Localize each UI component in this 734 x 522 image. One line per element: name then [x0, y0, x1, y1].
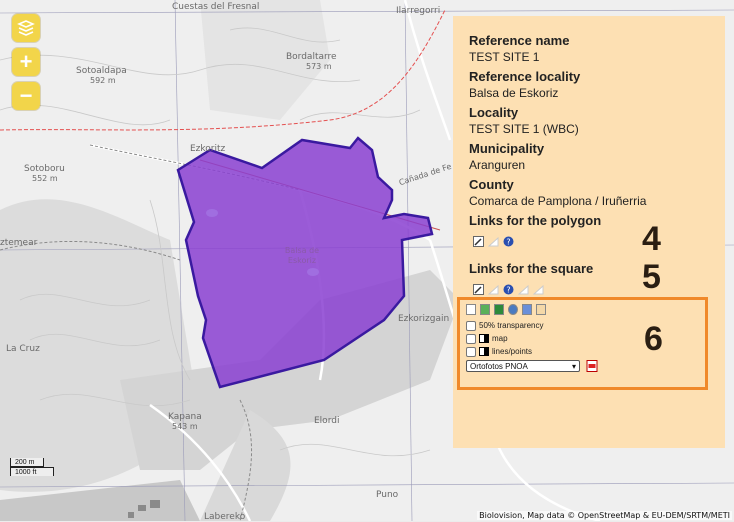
- map-label: 573 m: [306, 62, 332, 71]
- lines-checkbox[interactable]: [466, 346, 476, 357]
- map-checkbox[interactable]: [466, 333, 476, 344]
- layer-tools-box: 50% transparency map lines/points Ortofo…: [457, 297, 708, 390]
- map-label: Sotoboru: [24, 164, 65, 174]
- layers-button[interactable]: [12, 14, 40, 42]
- municipality-label: Municipality: [469, 141, 545, 156]
- map-label: 552 m: [32, 174, 58, 183]
- edit-icon[interactable]: [473, 235, 484, 247]
- lines-option[interactable]: lines/points: [466, 345, 699, 358]
- zoom-in-button[interactable]: +: [12, 48, 40, 76]
- map-label: 592 m: [90, 76, 116, 85]
- triangle-icon[interactable]: [488, 284, 499, 295]
- transparency-option[interactable]: 50% transparency: [466, 319, 699, 332]
- map-option-label: map: [492, 334, 508, 343]
- links-polygon-label: Links for the polygon: [469, 213, 602, 228]
- help-icon[interactable]: ?: [503, 284, 514, 295]
- transparency-label: 50% transparency: [479, 321, 544, 330]
- layers-icon: [17, 20, 35, 36]
- edit-icon[interactable]: [473, 283, 484, 295]
- map-label: La Cruz: [6, 344, 40, 354]
- reference-name-value: TEST SITE 1: [469, 50, 540, 64]
- spreadsheet-icon[interactable]: [480, 304, 490, 315]
- locality-label: Locality: [469, 105, 519, 120]
- polygon-links: ?: [473, 235, 709, 247]
- map-label: Ilarregorri: [396, 6, 441, 16]
- polygon-label: Balsa de Eskoriz: [284, 246, 320, 265]
- map-label: Sotoaldapa: [76, 66, 127, 76]
- report-icon[interactable]: [536, 304, 546, 315]
- county-label: County: [469, 177, 514, 192]
- map-label: Ezkorizgain: [398, 314, 450, 324]
- excel-icon[interactable]: [494, 304, 504, 315]
- annotation-5: 5: [642, 258, 661, 296]
- map-label: Puno: [376, 490, 399, 500]
- document-icon[interactable]: [466, 304, 476, 315]
- base-layer-value: Ortofotos PNOA: [470, 361, 528, 371]
- base-layer-select[interactable]: Ortofotos PNOA ▾: [466, 360, 580, 372]
- triangle-icon[interactable]: [518, 284, 529, 295]
- reference-name-label: Reference name: [469, 33, 570, 48]
- svg-text:?: ?: [506, 237, 510, 246]
- contrast-icon: [479, 347, 489, 356]
- map-label: Elordi: [314, 416, 340, 426]
- annotation-6: 6: [644, 320, 663, 358]
- map-attribution: Biolovision, Map data © OpenStreetMap & …: [477, 511, 732, 520]
- export-icons: [466, 304, 699, 315]
- map-label: Kapana: [168, 412, 202, 422]
- map-label: Ezkoritz: [190, 144, 226, 154]
- locality-value: TEST SITE 1 (WBC): [469, 122, 579, 136]
- scale-bar: 200 m 1000 ft: [10, 458, 54, 476]
- contrast-icon: [479, 334, 489, 343]
- scale-imperial: 1000 ft: [10, 467, 54, 476]
- triangle-icon[interactable]: [533, 284, 544, 295]
- kml-icon[interactable]: [522, 304, 532, 315]
- map-label: Bordaltarre: [286, 52, 337, 62]
- map-option[interactable]: map: [466, 332, 699, 345]
- pdf-icon[interactable]: [586, 360, 598, 372]
- scale-metric: 200 m: [10, 458, 44, 467]
- globe-icon[interactable]: [508, 304, 518, 315]
- map-label: 543 m: [172, 422, 198, 431]
- reference-locality-label: Reference locality: [469, 69, 581, 84]
- annotation-4: 4: [642, 220, 661, 258]
- zoom-out-button[interactable]: −: [12, 82, 40, 110]
- reference-locality-value: Balsa de Eskoriz: [469, 86, 559, 100]
- svg-text:?: ?: [506, 285, 510, 294]
- chevron-down-icon: ▾: [571, 361, 576, 371]
- minus-icon: −: [19, 83, 33, 108]
- lines-option-label: lines/points: [492, 347, 533, 356]
- triangle-icon[interactable]: [488, 236, 499, 247]
- links-square-label: Links for the square: [469, 261, 594, 276]
- square-links: ?: [473, 283, 709, 295]
- map-label: ztemear: [0, 238, 38, 248]
- transparency-checkbox[interactable]: [466, 320, 476, 331]
- map-label: Cuestas del Fresnal: [172, 2, 260, 12]
- plus-icon: +: [19, 49, 33, 74]
- help-icon[interactable]: ?: [503, 236, 514, 247]
- county-value: Comarca de Pamplona / Iruñerria: [469, 194, 647, 208]
- municipality-value: Aranguren: [469, 158, 526, 172]
